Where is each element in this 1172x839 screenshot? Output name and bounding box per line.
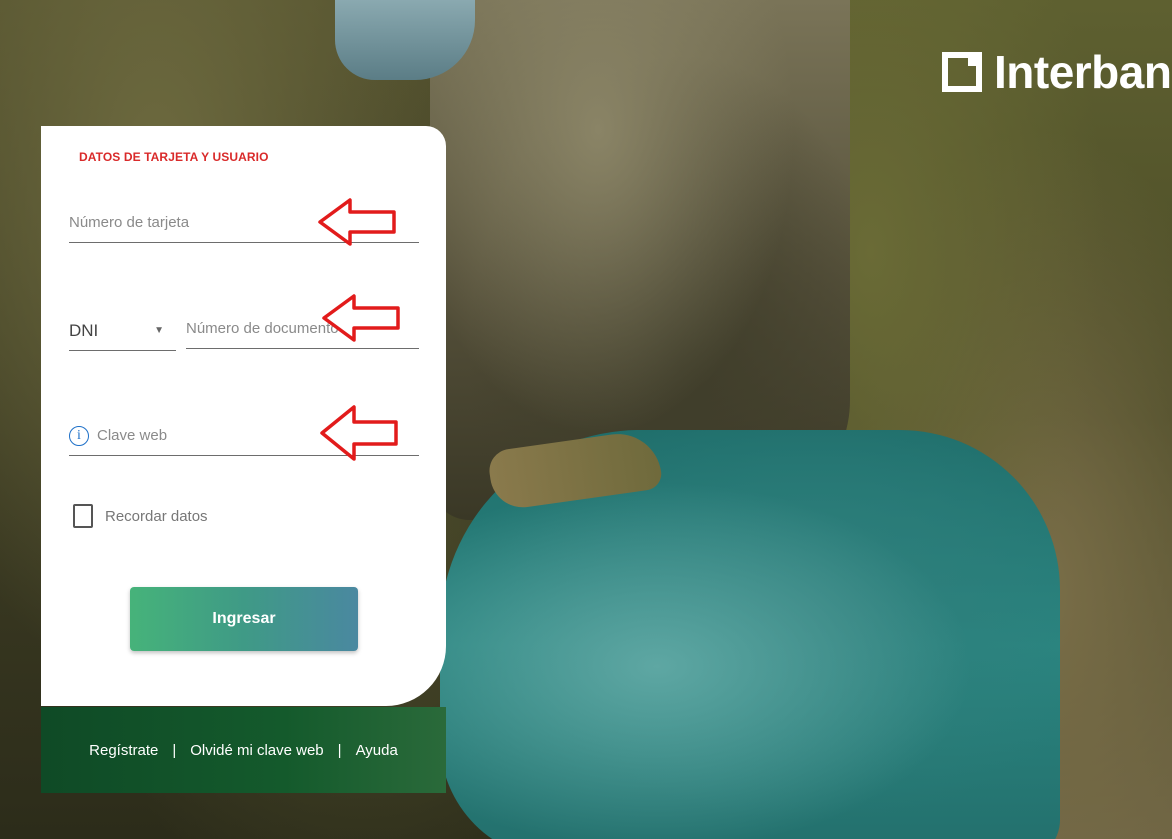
remember-checkbox[interactable] (73, 504, 93, 528)
interbank-logo: Interbank (942, 40, 1172, 104)
remember-label: Recordar datos (105, 507, 208, 525)
document-type-select[interactable]: DNI ▼ (69, 311, 176, 351)
annotation-arrow-icon (318, 198, 396, 246)
forgot-password-link[interactable]: Olvidé mi clave web (190, 742, 323, 759)
footer-links: Regístrate | Olvidé mi clave web | Ayuda (41, 707, 446, 793)
info-icon[interactable]: i (69, 425, 89, 446)
help-link[interactable]: Ayuda (356, 742, 398, 759)
section-title: DATOS DE TARJETA Y USUARIO (79, 150, 269, 164)
separator: | (337, 741, 342, 759)
remember-me[interactable]: Recordar datos (73, 504, 208, 528)
annotation-arrow-icon (322, 294, 400, 342)
logo-mark-icon (942, 52, 982, 92)
caret-down-icon: ▼ (154, 325, 164, 336)
separator: | (172, 741, 177, 759)
annotation-arrow-icon (320, 405, 398, 461)
document-type-value: DNI (69, 320, 99, 340)
logo-wordmark: Interbank (994, 46, 1172, 98)
register-link[interactable]: Regístrate (89, 742, 158, 759)
login-button[interactable]: Ingresar (130, 587, 358, 651)
